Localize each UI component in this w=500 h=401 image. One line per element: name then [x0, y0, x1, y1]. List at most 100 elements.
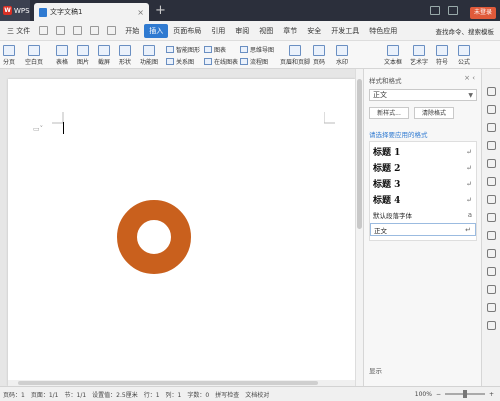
clear-format-button[interactable]: 清除格式	[414, 107, 454, 119]
status-pages[interactable]: 页面：1/1	[31, 390, 59, 399]
header-footer-button[interactable]: 页眉和页脚	[280, 45, 310, 66]
skin-icon[interactable]	[448, 6, 458, 15]
show-label[interactable]: 显示	[369, 365, 382, 375]
select-icon[interactable]	[487, 105, 496, 114]
screenshot-button[interactable]: 截屏	[98, 45, 110, 66]
tab-page-layout[interactable]: 页面布局	[168, 24, 206, 38]
current-style-select[interactable]: 正文 ▼	[369, 89, 477, 101]
blank-page-button[interactable]: 空白页	[25, 45, 43, 66]
status-section: 节：1/1	[64, 391, 87, 399]
wps-logo-icon: W	[3, 6, 12, 15]
print-icon[interactable]	[73, 26, 83, 35]
horizontal-scroll-thumb[interactable]	[18, 381, 318, 385]
page-number-button[interactable]: 页码	[313, 45, 325, 66]
vertical-scroll-thumb[interactable]	[357, 79, 362, 229]
tab-insert[interactable]: 插入	[144, 23, 169, 38]
adjust-icon[interactable]	[487, 141, 496, 150]
tab-security[interactable]: 安全	[302, 24, 326, 38]
wps-home-tab[interactable]: W WPS	[0, 0, 30, 21]
app-name: WPS	[14, 6, 30, 15]
return-icon: ↵	[466, 163, 472, 172]
table-button[interactable]: 表格	[56, 45, 68, 66]
share-icon[interactable]	[487, 195, 496, 204]
textbox-button[interactable]: 文本框	[384, 45, 402, 66]
style-item-default-font[interactable]: 默认段落字体 a	[370, 209, 476, 221]
relation-chart-button[interactable]: 关系图	[166, 57, 194, 66]
page-break-icon	[3, 45, 15, 56]
mind-map-button[interactable]: 思维导图	[240, 45, 274, 54]
tab-section[interactable]: 章节	[278, 24, 302, 38]
command-search[interactable]: 查找命令、搜索模板	[436, 26, 495, 36]
align-icon[interactable]	[487, 177, 496, 186]
flowchart-icon	[240, 58, 248, 65]
close-tab-icon[interactable]: ×	[137, 8, 144, 17]
smart-shape-button[interactable]: 智能图形	[166, 45, 200, 54]
return-icon: ↵	[466, 179, 472, 188]
return-icon: ↵	[466, 195, 472, 204]
vertical-scrollbar[interactable]	[355, 69, 363, 386]
menu-right-area: 查找命令、搜索模板	[436, 26, 500, 36]
shape-button[interactable]: 形状	[119, 45, 131, 66]
tab-developer[interactable]: 开发工具	[326, 24, 364, 38]
donut-ring[interactable]	[117, 200, 191, 274]
flowchart-button[interactable]: 流程图	[240, 57, 268, 66]
wordart-button[interactable]: 艺术字	[410, 45, 428, 66]
picture-button[interactable]: 图片	[77, 45, 89, 66]
tab-features[interactable]: 特色应用	[364, 24, 402, 38]
save-icon[interactable]	[39, 26, 49, 35]
window-layout-icon[interactable]	[430, 6, 440, 15]
doc-check-button[interactable]: 文档校对	[245, 390, 269, 399]
formula-button[interactable]: 公式	[458, 45, 470, 66]
new-tab-button[interactable]: +	[155, 4, 166, 17]
zoom-level[interactable]: 100%	[415, 391, 432, 398]
history-icon[interactable]	[487, 285, 496, 294]
zoom-in-icon[interactable]: +	[489, 391, 494, 398]
style-item-body[interactable]: 正文 ↵	[370, 223, 476, 236]
edit-icon[interactable]	[487, 87, 496, 96]
redo-icon[interactable]	[107, 26, 117, 35]
settings-icon[interactable]	[487, 303, 496, 312]
watermark-button[interactable]: 水印	[336, 45, 348, 66]
login-button[interactable]: 未登录	[470, 7, 497, 19]
page-break-button[interactable]: 分页	[3, 45, 15, 66]
tab-home[interactable]: 开始	[120, 24, 144, 38]
paragraph-options-icon[interactable]: ▭˅	[33, 125, 43, 133]
style-item-heading-4[interactable]: 标题 4 ↵	[370, 192, 476, 207]
style-item-heading-2[interactable]: 标题 2 ↵	[370, 160, 476, 175]
tab-references[interactable]: 引用	[206, 24, 230, 38]
styles-panel: 样式和格式 × ‹ 正文 ▼ 新样式... 清除格式 请选择要应用的格式 标题 …	[363, 69, 481, 386]
document-icon[interactable]	[487, 231, 496, 240]
layout-icon[interactable]	[487, 159, 496, 168]
status-word-count[interactable]: 字数：0	[187, 390, 209, 399]
file-menu[interactable]: 三 文件	[2, 24, 35, 38]
mind-map-icon	[240, 46, 248, 53]
crop-icon[interactable]	[487, 213, 496, 222]
help-icon[interactable]	[487, 321, 496, 330]
backup-icon[interactable]	[487, 249, 496, 258]
style-item-heading-1[interactable]: 标题 1 ↵	[370, 144, 476, 159]
new-style-button[interactable]: 新样式...	[369, 107, 409, 119]
zoom-out-icon[interactable]: −	[436, 391, 441, 398]
donut-shape[interactable]	[117, 200, 191, 274]
tab-view[interactable]: 视图	[254, 24, 278, 38]
symbol-button[interactable]: 符号	[436, 45, 448, 66]
document-tab[interactable]: 文字文稿1 ×	[34, 3, 149, 21]
shape-style-icon[interactable]	[487, 123, 496, 132]
icon-library-button[interactable]: 功能图	[140, 45, 158, 66]
undo-icon[interactable]	[90, 26, 100, 35]
online-chart-button[interactable]: 在线图表	[204, 57, 238, 66]
chart-button[interactable]: 图表	[204, 45, 226, 54]
rotate-icon[interactable]	[487, 267, 496, 276]
zoom-slider[interactable]	[444, 390, 485, 398]
style-item-heading-3[interactable]: 标题 3 ↵	[370, 176, 476, 191]
status-page-number: 页码：1	[3, 391, 25, 399]
panel-close-icon[interactable]: × ‹	[464, 74, 475, 82]
chevron-down-icon: ▼	[468, 92, 473, 99]
picture-icon	[77, 45, 89, 56]
tab-review[interactable]: 审阅	[230, 24, 254, 38]
zoom-slider-knob[interactable]	[462, 390, 467, 398]
spell-check-button[interactable]: 拼写检查	[215, 390, 239, 399]
export-icon[interactable]	[56, 26, 66, 35]
shape-icon	[119, 45, 131, 56]
blank-page-icon	[28, 45, 40, 56]
